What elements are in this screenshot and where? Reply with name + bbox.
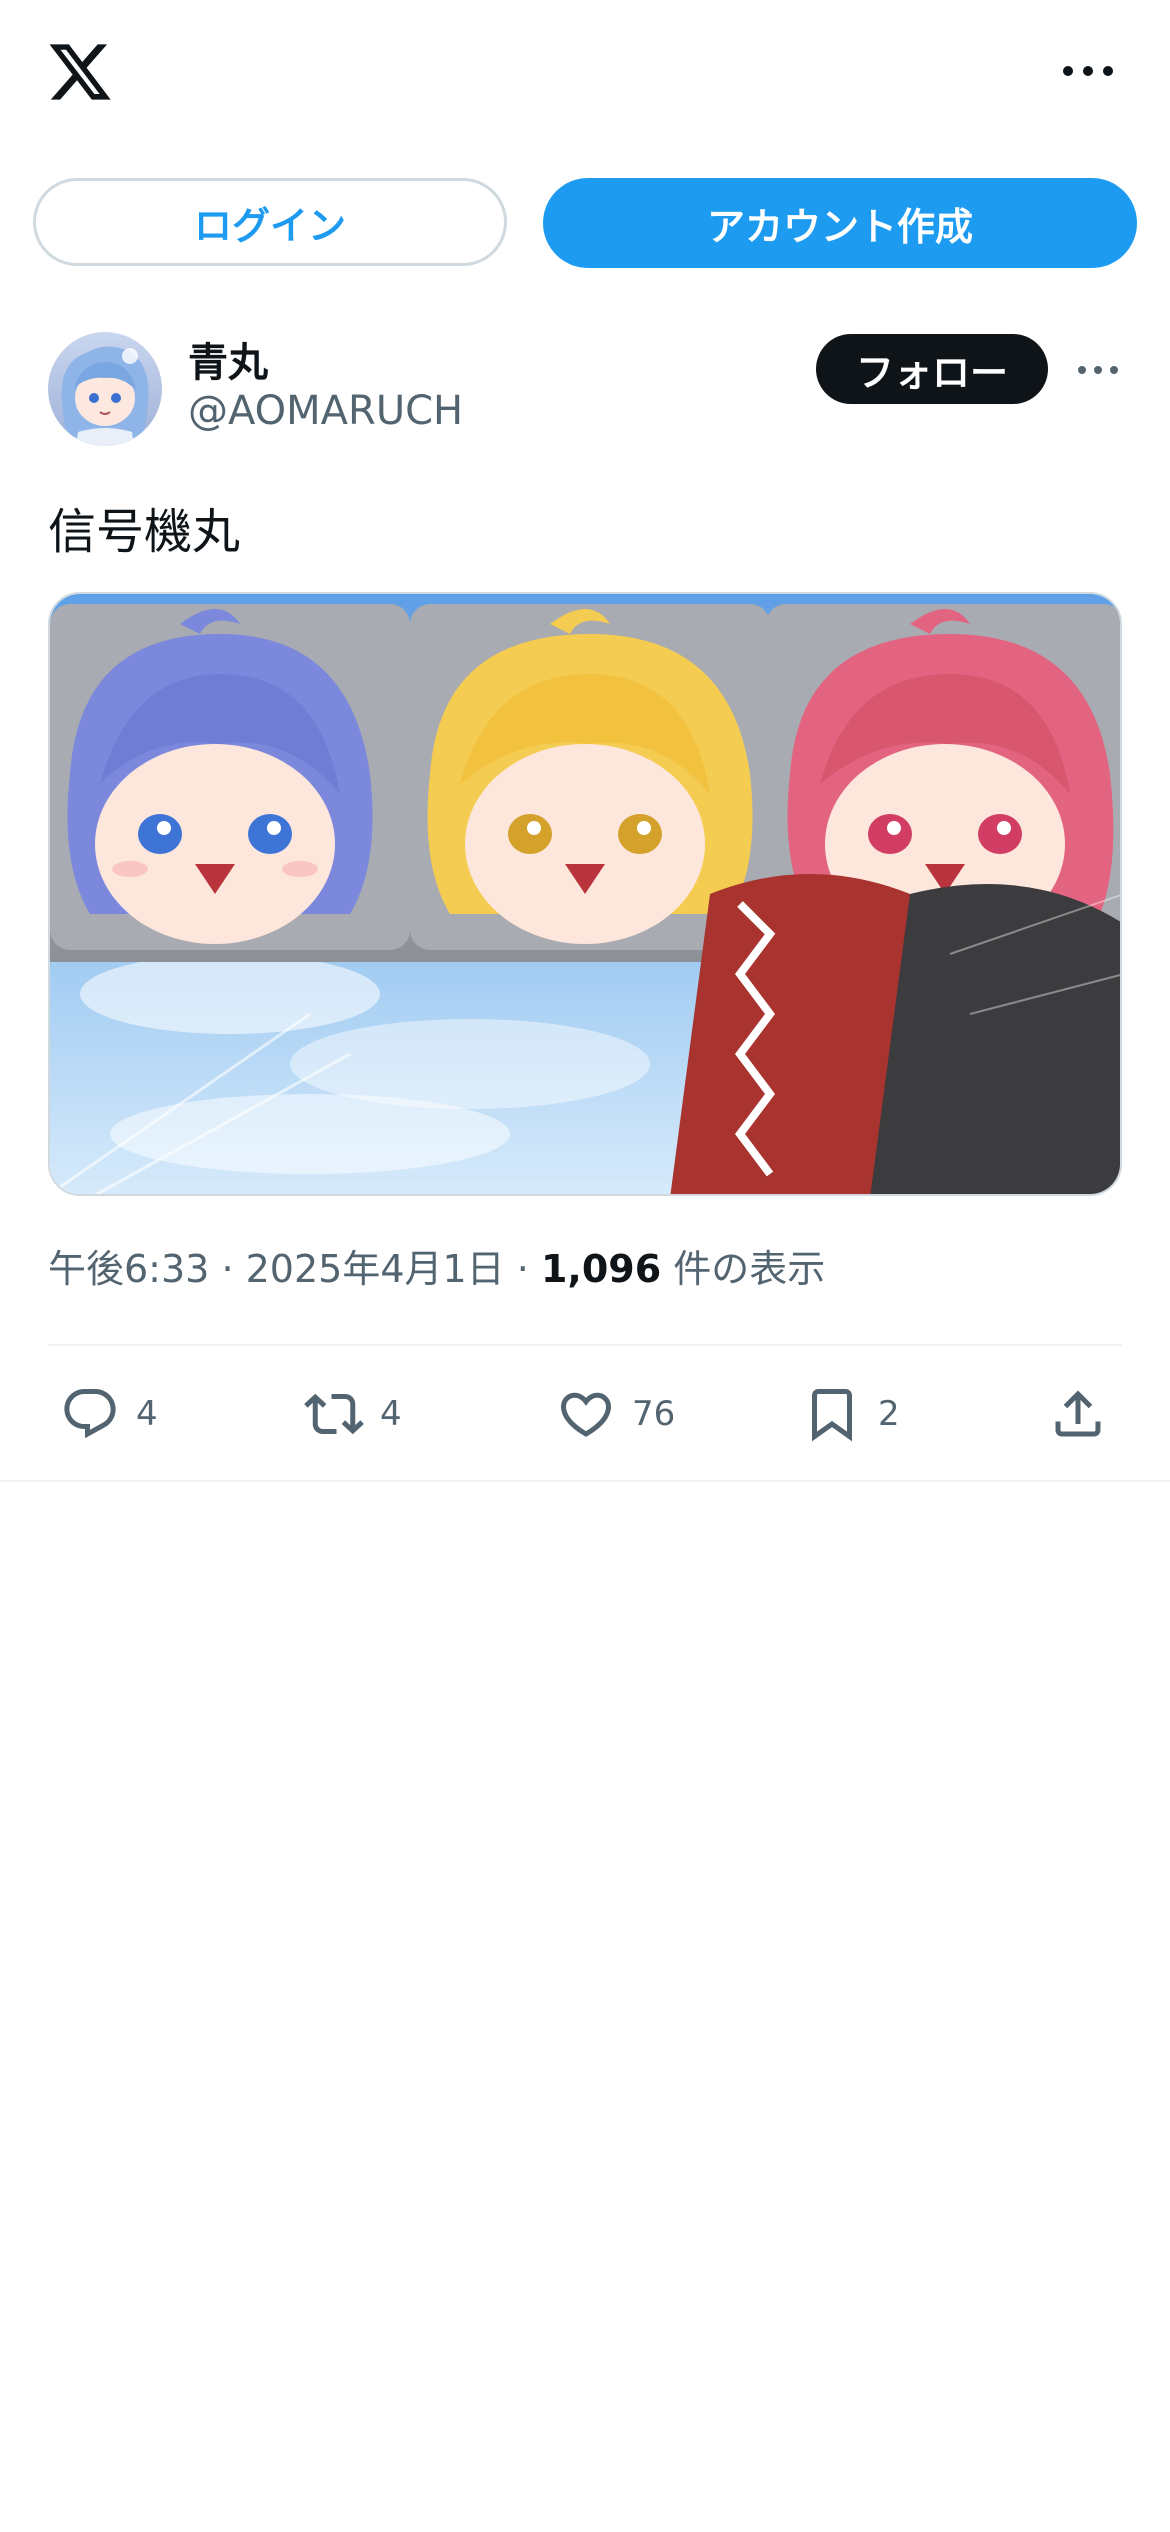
views-label: 件の表示 [673,1247,826,1291]
divider [48,1344,1122,1346]
tweet-time[interactable]: 午後6:33 [48,1247,209,1291]
create-account-button[interactable]: アカウント作成 [543,178,1137,268]
tweet-meta: 午後6:33 · 2025年4月1日 · 1,096 件の表示 [48,1238,825,1293]
retweet-icon [304,1393,364,1435]
display-name[interactable]: 青丸 [188,330,268,388]
tweet-actions: 4 4 76 2 [0,1372,1170,1456]
auth-buttons: ログイン アカウント作成 [0,178,1170,270]
separator: · [516,1247,529,1291]
avatar-image [48,332,162,446]
user-handle[interactable]: @AOMARUCH [188,388,463,434]
bookmark-count: 2 [878,1394,900,1434]
tweet-date[interactable]: 2025年4月1日 [246,1247,505,1291]
login-button[interactable]: ログイン [33,178,507,266]
retweet-button[interactable]: 4 [304,1372,402,1456]
reply-count: 4 [136,1394,158,1434]
tweet-text: 信号機丸 [48,504,241,560]
follow-button[interactable]: フォロー [816,334,1048,404]
bookmark-button[interactable]: 2 [802,1372,900,1456]
traffic-light-characters-illustration [50,594,1120,1194]
top-bar [0,0,1170,150]
reply-icon [64,1389,116,1439]
more-horizontal-icon[interactable] [1058,56,1118,86]
like-count: 76 [632,1394,676,1434]
like-button[interactable]: 76 [556,1372,675,1456]
more-horizontal-icon[interactable] [1074,358,1122,382]
x-logo-icon[interactable] [46,38,114,106]
bookmark-icon [812,1389,852,1442]
tweet-author: 青丸 @AOMARUCH フォロー [0,326,1170,456]
reply-button[interactable]: 4 [60,1372,158,1456]
heart-icon [560,1392,612,1437]
share-icon [1055,1390,1101,1437]
retweet-count: 4 [380,1394,402,1434]
tweet-media-image[interactable] [48,592,1122,1196]
share-button[interactable] [1048,1372,1124,1456]
divider [0,1480,1170,1482]
separator: · [221,1247,234,1291]
avatar[interactable] [48,332,162,446]
views-count: 1,096 [540,1247,662,1291]
